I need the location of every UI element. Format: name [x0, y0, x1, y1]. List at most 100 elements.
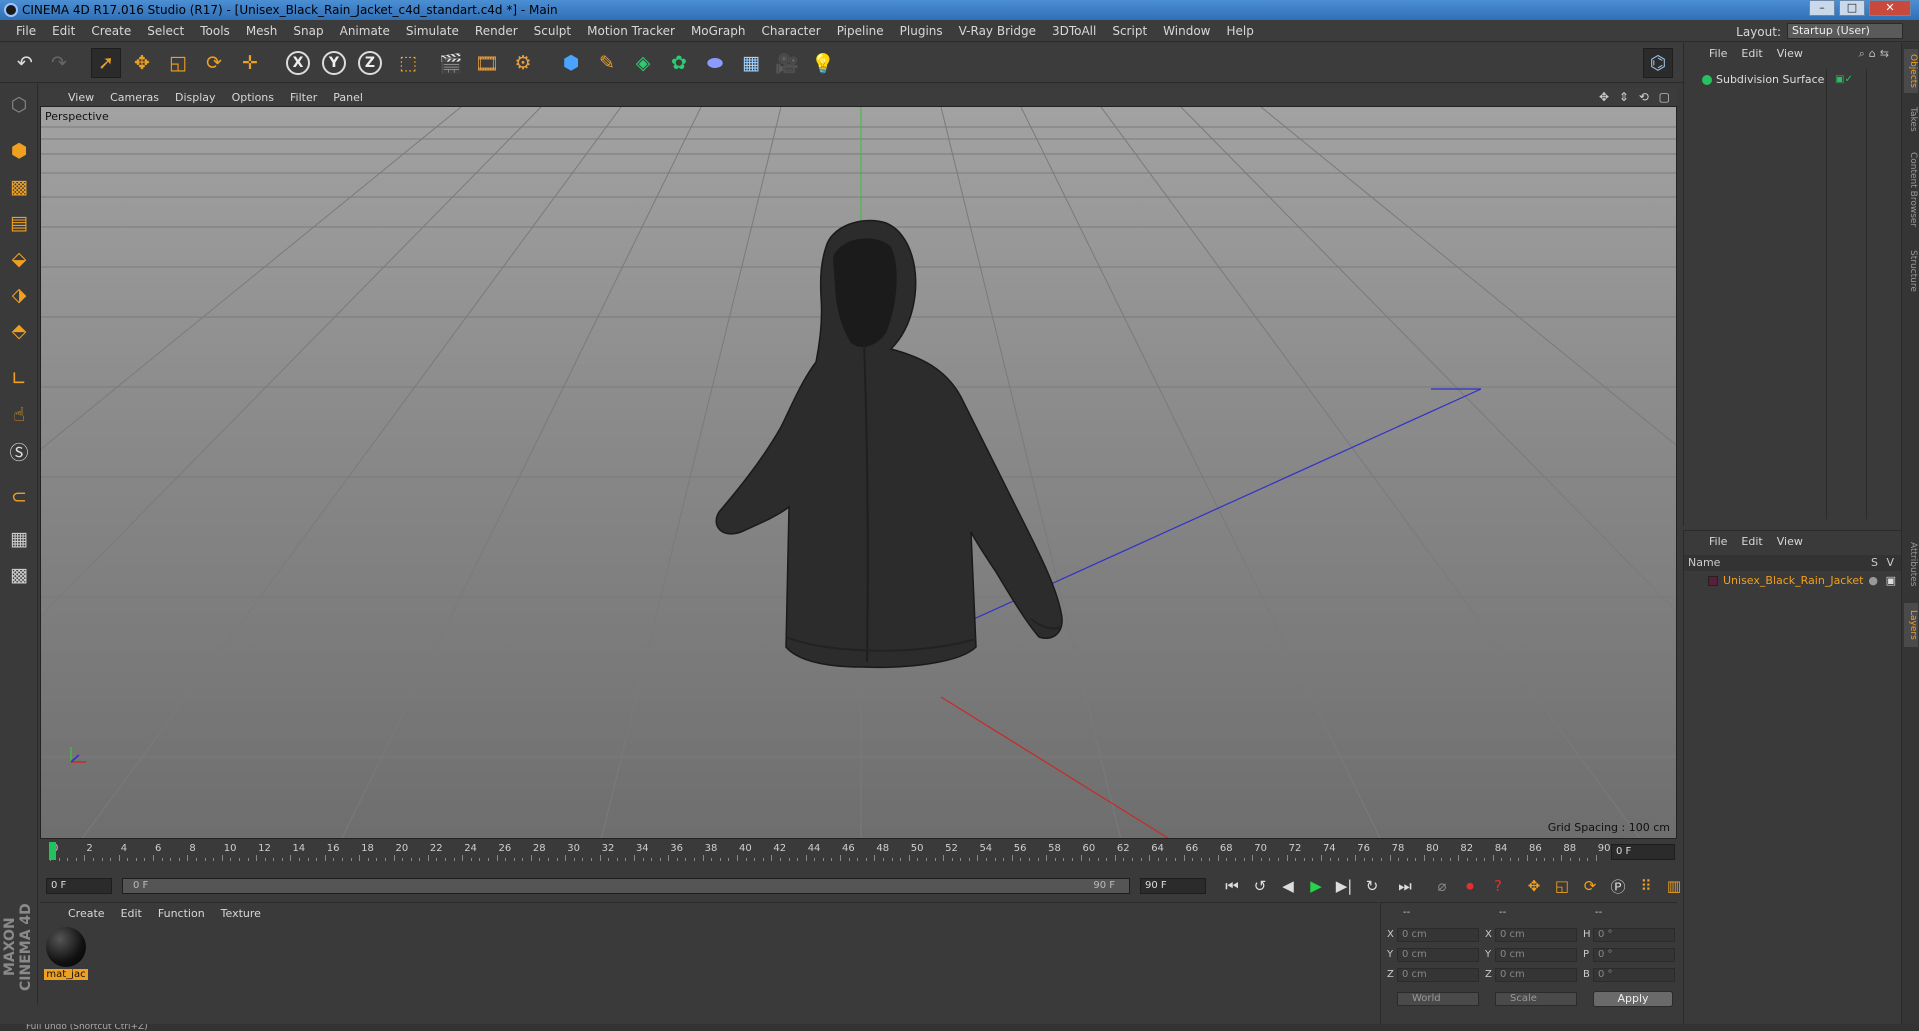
menu-render[interactable]: Render	[467, 24, 526, 38]
key-position-icon[interactable]: ✥	[1522, 875, 1546, 897]
current-frame-field[interactable]: 0 F	[1611, 844, 1675, 860]
viewport-menu-view[interactable]: View	[60, 91, 102, 104]
menu-pipeline[interactable]: Pipeline	[829, 24, 892, 38]
layer-menu-view[interactable]: View	[1770, 535, 1810, 551]
key-point-level-icon[interactable]: ⠿	[1634, 875, 1658, 897]
material-menu-texture[interactable]: Texture	[213, 907, 269, 920]
menu-3dtoall[interactable]: 3DToAll	[1044, 24, 1104, 38]
menu-create[interactable]: Create	[83, 24, 139, 38]
menu-tools[interactable]: Tools	[192, 24, 238, 38]
material-swatch[interactable]: mat_jac	[44, 927, 88, 985]
coord-size-z-field[interactable]: 0 cm	[1495, 968, 1577, 982]
menu-select[interactable]: Select	[139, 24, 192, 38]
go-to-start-icon[interactable]: ⏮	[1220, 875, 1244, 897]
menu-mograph[interactable]: MoGraph	[683, 24, 754, 38]
viewport-menu-cameras[interactable]: Cameras	[102, 91, 167, 104]
render-view-icon[interactable]: 🎬	[436, 48, 466, 78]
perspective-viewport[interactable]: Perspective Grid Spacing : 100 cm	[40, 106, 1677, 839]
coord-rot-b-field[interactable]: 0 °	[1593, 968, 1675, 982]
timeline-playhead[interactable]	[49, 842, 56, 860]
material-preview-ball[interactable]	[46, 927, 86, 967]
layout-select[interactable]: Startup (User)	[1787, 23, 1903, 39]
move-icon[interactable]: ✥	[127, 48, 157, 78]
layer-menu-edit[interactable]: Edit	[1734, 535, 1769, 551]
object-search-icon[interactable]: ⌕⌂⇆	[1859, 47, 1893, 61]
menu-edit[interactable]: Edit	[44, 24, 83, 38]
scale-icon[interactable]: ◱	[163, 48, 193, 78]
play-icon[interactable]: ▶	[1304, 875, 1328, 897]
menu-plugins[interactable]: Plugins	[892, 24, 951, 38]
material-menu-create[interactable]: Create	[60, 907, 113, 920]
coord-rot-h-field[interactable]: 0 °	[1593, 928, 1675, 942]
coord-pos-z-field[interactable]: 0 cm	[1397, 968, 1479, 982]
coord-size-x-field[interactable]: 0 cm	[1495, 928, 1577, 942]
key-scale-icon[interactable]: ◱	[1550, 875, 1574, 897]
deformer-icon[interactable]: ⬬	[700, 48, 730, 78]
rotate-icon[interactable]: ⟳	[199, 48, 229, 78]
undo-icon[interactable]: ↶	[10, 48, 40, 78]
viewport-menu-panel[interactable]: Panel	[325, 91, 371, 104]
motion-record-icon[interactable]: ⌀	[1430, 875, 1454, 897]
frame-range-slider[interactable]: 0 F 90 F	[122, 878, 1130, 894]
solo-icon[interactable]: Ⓢ	[4, 436, 34, 466]
axis-mode-icon[interactable]: ∟	[4, 364, 34, 394]
coord-pos-x-field[interactable]: 0 cm	[1397, 928, 1479, 942]
rain-jacket-model[interactable]	[715, 219, 1063, 669]
render-picture-viewer-icon[interactable]: 🎞	[472, 48, 502, 78]
subdivision-surface-icon[interactable]: ◈	[628, 48, 658, 78]
object-menu-file[interactable]: File	[1702, 47, 1734, 63]
python-icon[interactable]: ⌬	[1643, 48, 1673, 78]
material-name[interactable]: mat_jac	[44, 969, 88, 980]
next-key-icon[interactable]: ↻	[1360, 875, 1384, 897]
previous-frame-icon[interactable]: ◀	[1276, 875, 1300, 897]
menu-file[interactable]: File	[8, 24, 44, 38]
tab-takes[interactable]: Takes	[1904, 101, 1918, 137]
menu-sculpt[interactable]: Sculpt	[526, 24, 579, 38]
workplane-lock-icon[interactable]: ▦	[4, 524, 34, 554]
viewport-menu-filter[interactable]: Filter	[282, 91, 325, 104]
edges-mode-icon[interactable]: ⬗	[4, 280, 34, 310]
object-menu-edit[interactable]: Edit	[1734, 47, 1769, 63]
tab-structure[interactable]: Structure	[1904, 243, 1918, 299]
x-axis-lock-button[interactable]: X	[283, 48, 313, 78]
spline-pen-icon[interactable]: ✎	[592, 48, 622, 78]
maximize-button[interactable]: □	[1839, 0, 1865, 16]
make-editable-icon[interactable]: ⬡	[4, 90, 34, 120]
camera-icon[interactable]: 🎥	[772, 48, 802, 78]
viewport-menu-options[interactable]: Options	[224, 91, 282, 104]
tab-objects[interactable]: Objects	[1904, 49, 1918, 93]
light-icon[interactable]: 💡	[808, 48, 838, 78]
menu-animate[interactable]: Animate	[332, 24, 398, 38]
layer-row[interactable]: Unisex_Black_Rain_Jacket ● ▣	[1688, 573, 1898, 589]
render-settings-icon[interactable]: ⚙	[508, 48, 538, 78]
key-rotation-icon[interactable]: ⟳	[1578, 875, 1602, 897]
coord-pos-y-field[interactable]: 0 cm	[1397, 948, 1479, 962]
locked-workplane-icon[interactable]: ▩	[4, 560, 34, 590]
menu-character[interactable]: Character	[753, 24, 828, 38]
coordinate-space-select[interactable]: World	[1397, 992, 1479, 1006]
object-enabled-check-icon[interactable]: ▣✓	[1835, 74, 1853, 85]
array-cloner-icon[interactable]: ✿	[664, 48, 694, 78]
previous-key-icon[interactable]: ↺	[1248, 875, 1272, 897]
go-to-end-icon[interactable]: ⏭	[1393, 875, 1417, 897]
layer-solo-dot-icon[interactable]: ●	[1868, 573, 1878, 589]
end-frame-field[interactable]: 90 F	[1140, 878, 1206, 894]
layer-menu-file[interactable]: File	[1702, 535, 1734, 551]
model-mode-icon[interactable]: ⬢	[4, 136, 34, 166]
snap-magnet-icon[interactable]: ⊂	[4, 482, 34, 512]
menu-snap[interactable]: Snap	[285, 24, 331, 38]
object-menu-view[interactable]: View	[1770, 47, 1810, 63]
menu-window[interactable]: Window	[1155, 24, 1218, 38]
layer-visibility-icon[interactable]: ▣	[1886, 573, 1896, 589]
coord-size-y-field[interactable]: 0 cm	[1495, 948, 1577, 962]
viewport-menu-display[interactable]: Display	[167, 91, 224, 104]
next-frame-icon[interactable]: ▶|	[1332, 875, 1356, 897]
material-menu-function[interactable]: Function	[150, 907, 213, 920]
menu-help[interactable]: Help	[1218, 24, 1261, 38]
timeline-ruler[interactable]: 0246810121416182022242628303234363840424…	[48, 842, 1610, 862]
tab-attributes[interactable]: Attributes	[1904, 533, 1918, 595]
tweak-mode-icon[interactable]: ☝	[4, 400, 34, 430]
viewport-navigation-icons[interactable]: ✥ ⇕ ⟲ ▢	[1599, 90, 1673, 104]
coord-rot-p-field[interactable]: 0 °	[1593, 948, 1675, 962]
transform-icon[interactable]: ✛	[235, 48, 265, 78]
